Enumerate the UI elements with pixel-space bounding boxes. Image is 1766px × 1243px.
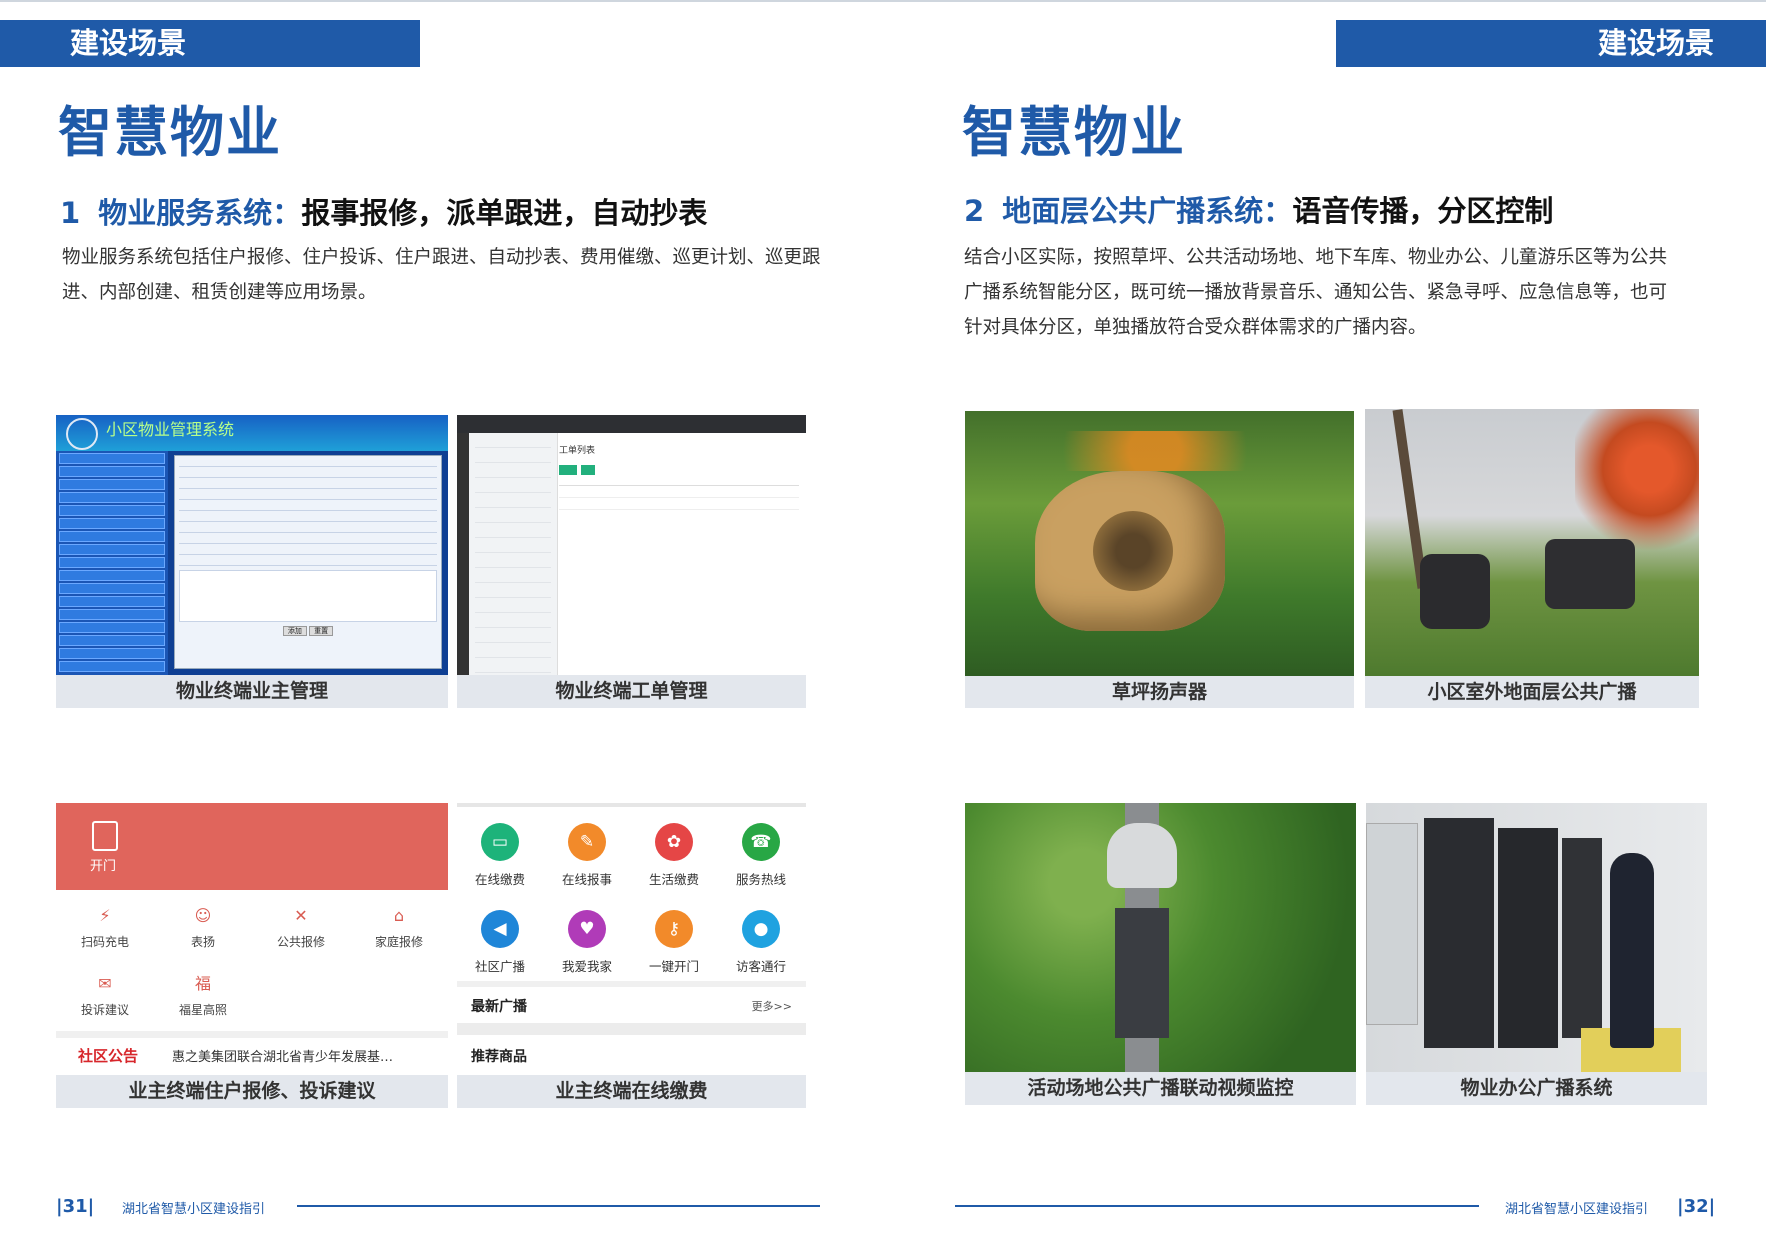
left-page-title: 智慧物业: [58, 101, 282, 164]
screen1-add-button: 添加: [282, 626, 307, 636]
photo-camera-pole: [965, 803, 1356, 1072]
screen1-title: 小区物业管理系统: [106, 420, 235, 439]
app2-item-hotline: 服务热线: [735, 872, 786, 887]
dome-camera-icon: [1107, 823, 1177, 888]
right-section-name: 地面层公共广播系统：: [1002, 194, 1293, 228]
app2-item-open-door: 一键开门: [648, 959, 699, 974]
recommend-label: 推荐商品: [471, 1049, 527, 1065]
right-section-tagline: 语音传播，分区控制: [1292, 194, 1554, 228]
scan-charge-icon: ⚡: [99, 906, 111, 925]
open-door-label: 开门: [90, 859, 117, 874]
caption-left-2: 物业终端工单管理: [457, 675, 806, 708]
left-section-name: 物业服务系统：: [98, 196, 302, 230]
right-footer-text: 湖北省智慧小区建设指引: [1505, 1202, 1649, 1217]
speaker-left-icon: [1420, 554, 1490, 629]
screen2-sidebar: [469, 433, 558, 675]
app-owner-repair: 开门 ⚡ 扫码充电 ☺ 表扬 ✕ 公共报修 ⌂ 家庭报修 ✉ 投诉建议 福 福星…: [56, 803, 448, 1075]
left-section-tagline: 报事报修，派单跟进，自动抄表: [301, 196, 708, 230]
screen-owner-management: 小区物业管理系统 添加 重置: [56, 415, 448, 675]
right-section-num: 2: [964, 194, 985, 228]
app1-item-home-repair: 家庭报修: [374, 935, 423, 949]
left-footer-text: 湖北省智慧小区建设指引: [122, 1202, 266, 1217]
right-page-title: 智慧物业: [962, 101, 1186, 164]
complaint-icon: ✉: [98, 974, 112, 993]
praise-icon: ☺: [194, 906, 212, 925]
left-section-title: 1 物业服务系统：报事报修，派单跟进，自动抄表: [60, 190, 707, 232]
caption-left-1: 物业终端业主管理: [56, 675, 448, 708]
phone-icon: ☎: [742, 823, 780, 861]
app1-item-lucky: 福星高照: [178, 1003, 227, 1017]
left-paragraph: 物业服务系统包括住户报修、住户投诉、住户跟进、自动抄表、费用催缴、巡更计划、巡更…: [62, 247, 821, 303]
caption-right-3: 活动场地公共广播联动视频监控: [965, 1072, 1356, 1105]
rock-speaker-icon: [1035, 471, 1225, 631]
right-paragraph: 结合小区实际，按照草坪、公共活动场地、地下车库、物业办公、儿童游乐区等为公共广播…: [964, 247, 1668, 338]
top-rule: [0, 0, 1766, 2]
gift-icon: ✿: [655, 823, 693, 861]
app2-item-love-home: 我爱我家: [561, 959, 612, 974]
photo-lawn-speaker: [965, 411, 1354, 676]
right-page-number: |32|: [1677, 1196, 1716, 1217]
operator-figure: [1610, 853, 1654, 1048]
payment-card-icon: ▭: [481, 823, 519, 861]
photo-control-room: [1366, 803, 1707, 1072]
left-section-num: 1: [60, 196, 81, 230]
column-speaker-icon: [1115, 908, 1169, 1038]
broadcast-icon: ◀: [481, 910, 519, 948]
key-icon: ⚷: [655, 910, 693, 948]
heart-icon: ♥: [568, 910, 606, 948]
app2-item-visitor: 访客通行: [735, 959, 786, 974]
screen1-reset-button: 重置: [309, 626, 334, 636]
speaker-right-icon: [1545, 539, 1635, 609]
screen1-header: 小区物业管理系统: [56, 415, 448, 451]
caption-left-4: 业主终端在线缴费: [457, 1075, 806, 1108]
app1-item-scan-charge: 扫码充电: [80, 935, 129, 949]
notice-label: 社区公告: [78, 1047, 139, 1065]
caption-right-2: 小区室外地面层公共广播: [1365, 676, 1699, 708]
screen1-form: 添加 重置: [174, 455, 442, 669]
wrench-icon: ✎: [568, 823, 606, 861]
photo-outdoor-broadcast: [1365, 409, 1699, 676]
open-door-panel: 开门: [56, 803, 448, 890]
left-page-number: |31|: [56, 1196, 95, 1217]
visitor-icon: ●: [742, 910, 780, 948]
lucky-star-icon: 福: [194, 974, 211, 993]
banner-left: 建设场景: [0, 20, 420, 67]
latest-broadcast-label: 最新广播: [471, 999, 527, 1015]
caption-right-4: 物业办公广播系统: [1366, 1072, 1707, 1105]
app2-item-report: 在线报事: [561, 872, 612, 887]
caption-right-1: 草坪扬声器: [965, 676, 1354, 708]
left-footer-line: [297, 1205, 820, 1207]
right-footer-line: [955, 1205, 1479, 1207]
more-link: 更多>>: [751, 1000, 792, 1013]
app1-item-praise: 表扬: [190, 935, 215, 949]
app-online-payment: ▭ 在线缴费 ✎ 在线报事 ✿ 生活缴费 ☎ 服务热线 ◀ 社区广播 ♥ 我爱我…: [457, 803, 806, 1075]
app1-item-public-repair: 公共报修: [276, 935, 325, 949]
right-section-title: 2 地面层公共广播系统：语音传播，分区控制: [964, 188, 1553, 230]
screen2-title: 工单列表: [559, 446, 596, 456]
home-repair-icon: ⌂: [393, 906, 405, 925]
screen2-topbar: [457, 415, 806, 433]
screen1-sidebar: [56, 451, 168, 675]
caption-left-3: 业主终端住户报修、投诉建议: [56, 1075, 448, 1108]
banner-right: 建设场景: [1336, 20, 1766, 67]
app1-item-complaint: 投诉建议: [80, 1003, 129, 1017]
system-logo-icon: [66, 418, 98, 450]
app2-item-online-pay: 在线缴费: [474, 872, 525, 887]
app2-item-broadcast: 社区广播: [474, 959, 525, 974]
tools-icon: ✕: [294, 906, 308, 925]
app2-item-life-pay: 生活缴费: [648, 872, 699, 887]
notice-text: 惠之美集团联合湖北省青少年发展基…: [172, 1050, 394, 1065]
screen-work-order: 工单列表: [457, 415, 806, 675]
door-icon: [92, 821, 118, 851]
